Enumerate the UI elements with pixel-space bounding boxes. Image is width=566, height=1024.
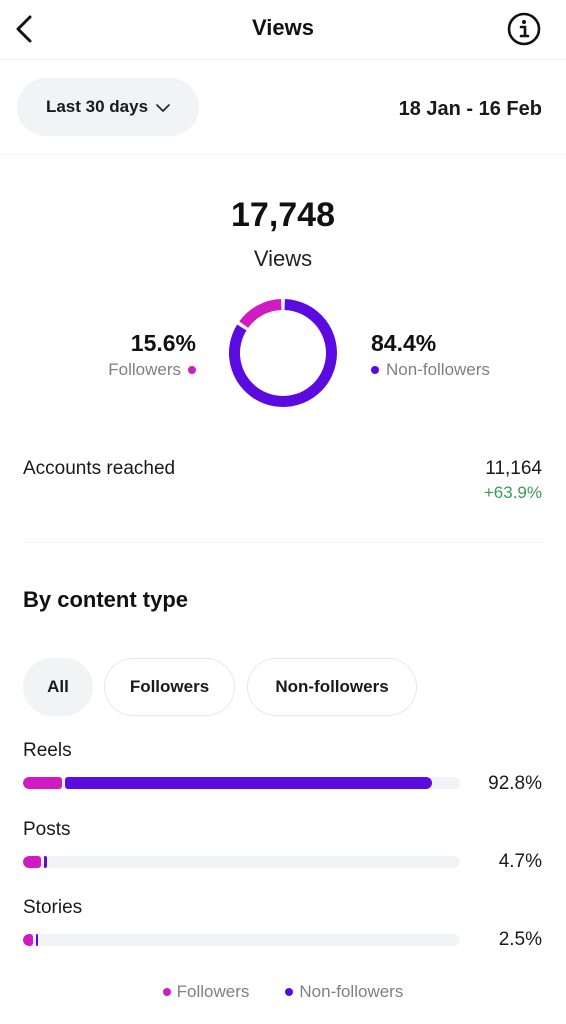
divider (0, 154, 566, 155)
total-views-label: Views (253, 246, 313, 271)
donut-slice-followers (239, 299, 282, 328)
bar-segment-followers (23, 777, 63, 789)
accounts-reached-change: +63.9% (483, 483, 542, 502)
bar-segment-nonfollowers (43, 856, 47, 868)
info-circle-icon (507, 12, 541, 46)
nonfollowers-dot-icon (371, 366, 379, 374)
filter-followers[interactable]: Followers (104, 658, 235, 716)
bar-segment-nonfollowers (35, 934, 38, 946)
accounts-reached-value: 11,164 (485, 458, 542, 479)
content-label-stories: Stories (23, 897, 83, 918)
legend-nonfollowers: Non-followers (285, 982, 403, 1002)
content-bar-posts (23, 856, 460, 868)
content-pct-posts: 4.7% (498, 851, 542, 872)
date-range-selected: Last 30 days (45, 97, 149, 116)
followers-dot-icon (162, 988, 171, 996)
content-bar-stories (23, 934, 460, 946)
content-pct-reels: 92.8% (488, 773, 542, 794)
bar-segment-nonfollowers (65, 777, 432, 789)
content-pct-stories: 2.5% (498, 929, 542, 950)
nonfollowers-label: Non-followers (386, 360, 490, 379)
total-views: 17,748 (231, 196, 335, 234)
filter-non-followers[interactable]: Non-followers (247, 658, 417, 716)
content-label-reels: Reels (23, 740, 72, 761)
views-donut-chart (229, 299, 337, 407)
filter-all[interactable]: All (23, 658, 93, 716)
bar-legend: Followers Non-followers (0, 982, 566, 1002)
followers-percentage: 15.6% (130, 330, 196, 356)
content-label-posts: Posts (23, 819, 71, 840)
bar-segment-followers (23, 934, 33, 946)
date-range-text: 18 Jan - 16 Feb (398, 98, 542, 120)
accounts-reached-label: Accounts reached (23, 458, 176, 479)
followers-label: Followers (108, 360, 181, 379)
chevron-down-icon (156, 103, 170, 112)
bar-segment-followers (23, 856, 41, 868)
top-bar: Views (0, 0, 566, 60)
nonfollowers-stat: 84.4% Non-followers (371, 330, 490, 380)
page-title: Views (252, 15, 314, 40)
nonfollowers-dot-icon (285, 988, 294, 996)
legend-followers: Followers (162, 982, 249, 1002)
date-range-dropdown[interactable]: Last 30 days (17, 78, 199, 136)
section-title: By content type (23, 587, 189, 612)
content-bar-reels (23, 777, 460, 789)
followers-stat: 15.6% Followers (108, 330, 196, 380)
nonfollowers-percentage: 84.4% (371, 330, 437, 356)
info-button[interactable] (506, 11, 542, 47)
followers-dot-icon (188, 366, 196, 374)
divider (23, 542, 543, 543)
